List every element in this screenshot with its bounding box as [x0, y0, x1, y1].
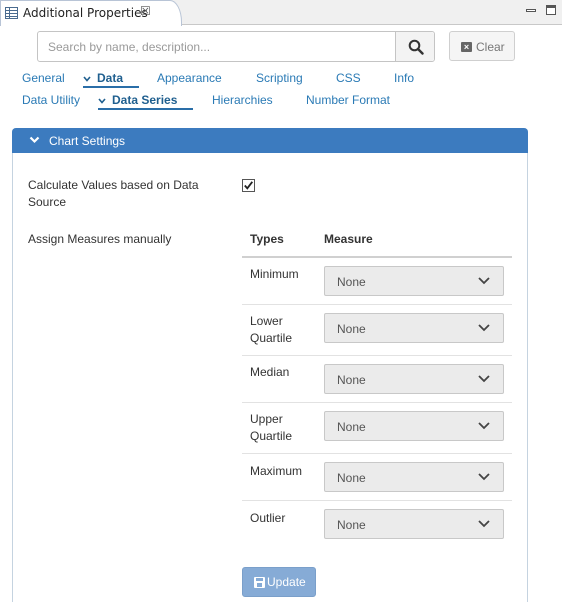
tab-general[interactable]: General	[22, 71, 65, 85]
measure-select-median[interactable]: None	[324, 364, 504, 394]
tab-appearance[interactable]: Appearance	[157, 71, 222, 85]
tab-data-series-label: Data Series	[112, 93, 178, 107]
row-divider	[242, 304, 512, 305]
measure-header: Measure	[324, 232, 373, 246]
search-icon	[408, 39, 424, 55]
tab-data-utility[interactable]: Data Utility	[22, 93, 80, 107]
maximize-icon[interactable]	[546, 5, 556, 15]
select-value: None	[337, 373, 366, 387]
clear-icon: ×	[461, 42, 472, 52]
chevron-down-icon	[478, 375, 490, 383]
view-tab[interactable]: Additional Properties ☒	[0, 0, 182, 26]
measure-select-minimum[interactable]: None	[324, 266, 504, 296]
type-lower-quartile: Lower Quartile	[250, 313, 310, 347]
chevron-down-icon	[478, 520, 490, 528]
row-divider	[242, 500, 512, 501]
table-header-divider	[242, 256, 512, 258]
tab-hierarchies[interactable]: Hierarchies	[212, 93, 273, 107]
chart-settings-header[interactable]: Chart Settings	[12, 128, 528, 153]
type-lower-quartile-line1: Lower	[250, 314, 283, 328]
chevron-down-icon	[478, 277, 490, 285]
minimize-icon[interactable]	[526, 9, 536, 12]
view-title: Additional Properties	[23, 6, 148, 20]
close-icon[interactable]: ☒	[140, 4, 151, 18]
chevron-down-icon	[29, 136, 40, 144]
type-minimum: Minimum	[250, 267, 299, 281]
tab-data-underline	[83, 86, 139, 88]
chevron-down-icon	[478, 324, 490, 332]
select-value: None	[337, 518, 366, 532]
row-divider	[242, 453, 512, 454]
search-input[interactable]	[38, 32, 395, 61]
chevron-down-icon	[478, 422, 490, 430]
chevron-down-icon	[83, 71, 91, 85]
update-label: Update	[267, 575, 306, 589]
update-button[interactable]: Update	[242, 567, 316, 597]
clear-button[interactable]: × Clear	[449, 31, 515, 61]
tab-info[interactable]: Info	[394, 71, 414, 85]
calculate-values-label: Calculate Values based on Data Source	[28, 177, 199, 211]
calculate-values-checkbox[interactable]	[242, 179, 255, 192]
calculate-values-label-line1: Calculate Values based on Data	[28, 178, 199, 192]
type-median: Median	[250, 365, 290, 379]
select-value: None	[337, 471, 366, 485]
measure-select-outlier[interactable]: None	[324, 509, 504, 539]
tab-data-series-underline	[98, 108, 193, 110]
measure-select-upper-quartile[interactable]: None	[324, 411, 504, 441]
save-icon	[254, 577, 265, 588]
properties-view-icon	[5, 7, 18, 19]
search-button[interactable]	[395, 32, 434, 61]
chevron-down-icon	[478, 473, 490, 481]
measure-select-lower-quartile[interactable]: None	[324, 313, 504, 343]
calculate-values-label-line2: Source	[28, 195, 67, 209]
tab-data[interactable]: Data	[83, 71, 123, 85]
select-value: None	[337, 275, 366, 289]
view-header: Additional Properties ☒	[0, 0, 562, 26]
assign-measures-label: Assign Measures manually	[28, 232, 172, 246]
type-upper-quartile: Upper Quartile	[250, 411, 310, 445]
type-upper-quartile-line2: Quartile	[250, 429, 293, 443]
select-value: None	[337, 420, 366, 434]
types-header: Types	[250, 232, 284, 246]
tab-data-series[interactable]: Data Series	[98, 93, 177, 107]
chevron-down-icon	[98, 93, 106, 107]
tab-css[interactable]: CSS	[336, 71, 361, 85]
checkmark-icon	[244, 181, 254, 190]
type-lower-quartile-line2: Quartile	[250, 331, 293, 345]
tab-scripting[interactable]: Scripting	[256, 71, 303, 85]
type-outlier: Outlier	[250, 511, 286, 525]
type-upper-quartile-line1: Upper	[250, 412, 283, 426]
tab-number-format[interactable]: Number Format	[306, 93, 390, 107]
row-divider	[242, 355, 512, 356]
search-box	[37, 31, 435, 62]
select-value: None	[337, 322, 366, 336]
panel-title: Chart Settings	[49, 134, 126, 148]
clear-label: Clear	[476, 40, 505, 54]
row-divider	[242, 402, 512, 403]
type-maximum: Maximum	[250, 464, 303, 478]
tab-data-label: Data	[97, 71, 124, 85]
measure-select-maximum[interactable]: None	[324, 462, 504, 492]
